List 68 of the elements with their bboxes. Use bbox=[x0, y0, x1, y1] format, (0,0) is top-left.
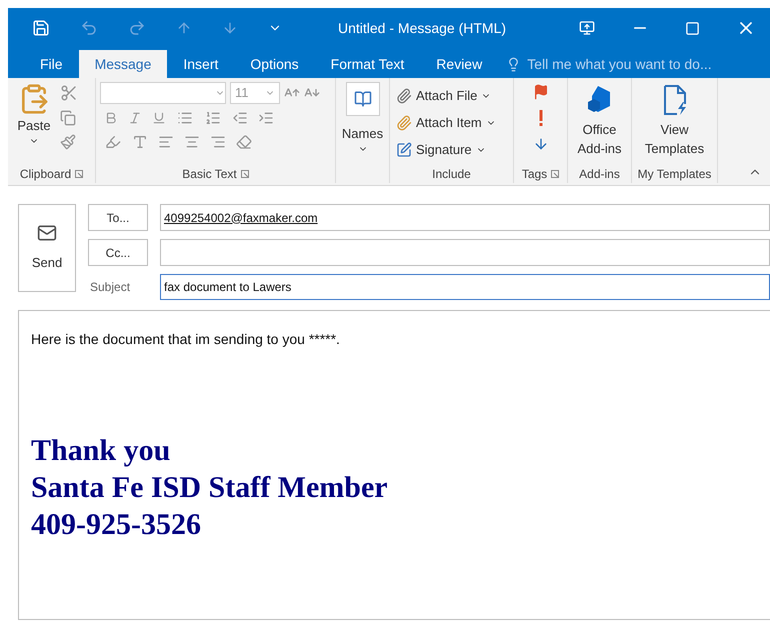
align-left-icon[interactable] bbox=[158, 134, 174, 150]
cc-button[interactable]: Cc... bbox=[88, 239, 148, 266]
paste-button[interactable]: Paste bbox=[12, 82, 56, 150]
increase-indent-icon[interactable] bbox=[258, 110, 274, 126]
signature-line: Thank you bbox=[31, 433, 170, 469]
font-color-icon[interactable] bbox=[132, 134, 148, 150]
body-text: Here is the document that im sending to you *****. bbox=[31, 330, 341, 349]
names-button[interactable]: Names bbox=[342, 82, 384, 154]
group-label: Tags bbox=[522, 166, 548, 183]
tell-me-field[interactable]: Tell me what you want to do... bbox=[527, 54, 728, 74]
ribbon-tab[interactable]: Review bbox=[420, 50, 498, 78]
ribbon-tab[interactable]: Options bbox=[234, 50, 315, 78]
save-icon[interactable] bbox=[32, 19, 50, 37]
office-add-ins-button[interactable]: Office Add-ins bbox=[572, 84, 628, 158]
dialog-launcher-icon[interactable] bbox=[75, 170, 84, 178]
subject-field[interactable]: fax document to Lawers bbox=[160, 274, 770, 300]
dialog-launcher-icon[interactable] bbox=[551, 170, 560, 178]
include-button[interactable]: Attach Item bbox=[396, 109, 507, 136]
scissors-icon[interactable] bbox=[60, 84, 78, 102]
up-arrow-icon[interactable] bbox=[176, 20, 192, 36]
maximize-icon[interactable] bbox=[685, 20, 700, 36]
group-label: Include bbox=[432, 166, 471, 183]
down-arrow-icon[interactable] bbox=[222, 20, 238, 36]
low-importance-icon[interactable] bbox=[532, 136, 548, 152]
eraser-icon[interactable] bbox=[236, 134, 252, 150]
ribbon-display-icon[interactable] bbox=[579, 20, 595, 36]
paintbrush-icon[interactable] bbox=[60, 134, 76, 150]
to-field[interactable]: 4099254002@faxmaker.com bbox=[160, 204, 770, 231]
address-book-icon bbox=[354, 90, 372, 108]
pen-icon bbox=[396, 142, 412, 158]
group-label: My Templates bbox=[638, 166, 712, 183]
decrease-indent-icon[interactable] bbox=[232, 110, 248, 126]
group-label: Basic Text bbox=[182, 166, 237, 183]
ribbon-tab[interactable]: Format Text bbox=[314, 50, 420, 78]
paperclip-icon bbox=[396, 88, 412, 104]
message-body[interactable]: Here is the document that im sending to you *****. Thank you Santa Fe ISD Staff Member 409-925-3526 bbox=[18, 310, 770, 620]
include-button[interactable]: Attach File bbox=[396, 82, 507, 109]
italic-icon[interactable] bbox=[128, 111, 142, 125]
highlighter-icon[interactable] bbox=[104, 134, 122, 150]
envelope-icon bbox=[35, 223, 59, 244]
undo-icon[interactable] bbox=[80, 19, 98, 37]
flag-icon[interactable] bbox=[532, 84, 548, 100]
ribbon-tab[interactable]: Message bbox=[78, 50, 168, 78]
ribbon-tab[interactable]: File bbox=[24, 50, 79, 78]
underline-icon[interactable] bbox=[152, 111, 166, 125]
signature-line: Santa Fe ISD Staff Member bbox=[31, 470, 388, 506]
group-label: Add-ins bbox=[579, 166, 620, 183]
include-button[interactable]: Signature bbox=[396, 136, 507, 163]
align-right-icon[interactable] bbox=[210, 134, 226, 150]
view-templates-button[interactable]: View Templates bbox=[636, 84, 712, 158]
numbering-icon[interactable] bbox=[204, 110, 222, 126]
copy-icon[interactable] bbox=[60, 110, 76, 126]
paperclip-icon bbox=[396, 114, 412, 130]
bullets-icon[interactable] bbox=[176, 110, 194, 126]
font-name-field[interactable] bbox=[100, 82, 226, 104]
cc-field[interactable] bbox=[160, 239, 770, 266]
high-importance-icon[interactable] bbox=[538, 110, 542, 126]
align-center-icon[interactable] bbox=[184, 134, 200, 150]
bold-icon[interactable] bbox=[104, 111, 118, 125]
subject-label: Subject bbox=[89, 279, 132, 296]
group-label: Clipboard bbox=[20, 166, 72, 183]
to-button[interactable]: To... bbox=[88, 204, 148, 231]
ribbon-tab[interactable]: Insert bbox=[167, 50, 234, 78]
window-title: Untitled - Message (HTML) bbox=[338, 18, 508, 38]
signature-line: 409-925-3526 bbox=[31, 507, 201, 543]
redo-icon[interactable] bbox=[128, 19, 146, 37]
dialog-launcher-icon[interactable] bbox=[240, 170, 249, 178]
send-button[interactable]: Send bbox=[18, 204, 76, 292]
